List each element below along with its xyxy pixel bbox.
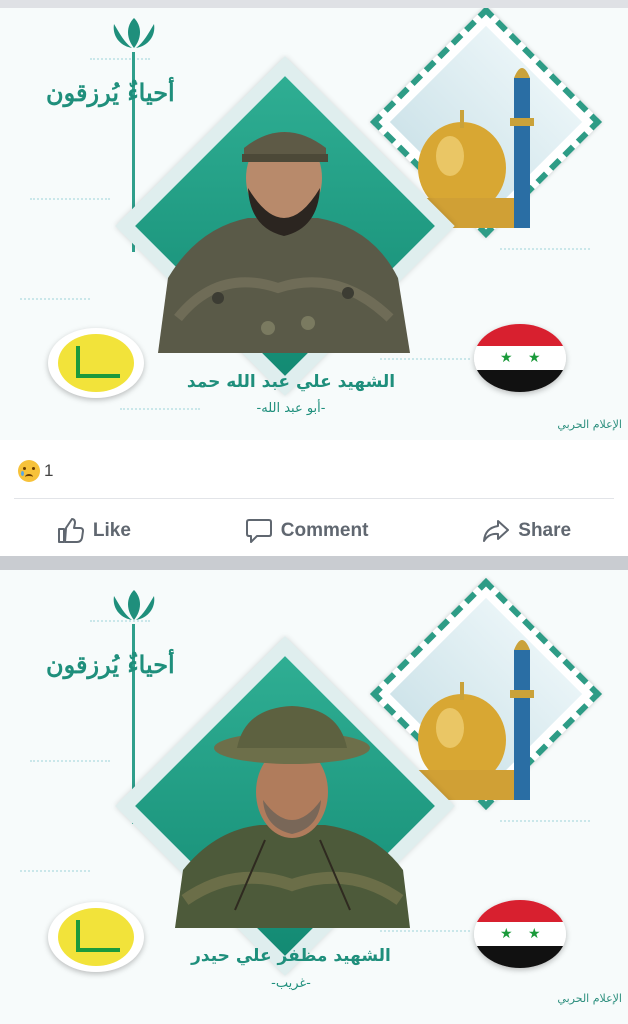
martyr-name: الشهيد علي عبد الله حمد — [186, 372, 396, 392]
reaction-count: 1 — [44, 461, 54, 480]
comment-label: Comment — [280, 520, 369, 541]
post-1: أحياءٌ يُرزقون ★ ★ الشهيد علي عبد الله ح… — [0, 8, 628, 556]
decor-wave — [20, 298, 90, 306]
decor-wave — [30, 760, 110, 768]
post-2-image[interactable]: أحياءٌ يُرزقون ★ ★ الشهيد مظفر علي حيدر … — [0, 570, 628, 1024]
slogan: أحياءٌ يُرزقون — [46, 650, 175, 679]
media-credit: الإعلام الحربي — [557, 992, 622, 1005]
share-icon — [483, 520, 510, 542]
martyr-name: الشهيد مظفر علي حيدر — [191, 946, 391, 966]
media-credit: الإعلام الحربي — [557, 418, 622, 431]
decor-wave — [90, 58, 150, 66]
syrian-flag-icon: ★ ★ — [474, 324, 566, 392]
comment-button[interactable]: Comment — [245, 518, 369, 544]
decor-wave — [380, 358, 470, 366]
martyr-portrait — [158, 118, 410, 353]
actions-divider — [14, 498, 614, 499]
decor-wave — [500, 820, 590, 828]
post-actions: Like Comment Share — [0, 501, 628, 556]
decor-wave — [380, 930, 470, 938]
like-button[interactable]: Like — [57, 518, 131, 544]
decor-wave — [500, 248, 590, 256]
martyr-nickname: -أبو عبد الله- — [256, 401, 326, 416]
sad-reaction-icon — [18, 460, 40, 482]
post-2: أحياءٌ يُرزقون ★ ★ الشهيد مظفر علي حيدر … — [0, 570, 628, 1024]
slogan: أحياءٌ يُرزقون — [46, 78, 175, 107]
tulip-logo-icon — [113, 18, 155, 48]
share-button[interactable]: Share — [482, 518, 571, 544]
decor-wave — [20, 870, 90, 878]
decor-wave — [30, 198, 110, 206]
comment-icon — [245, 519, 272, 543]
martyr-portrait — [175, 700, 410, 928]
martyr-nickname: -غريب- — [271, 976, 311, 991]
tulip-logo-icon — [113, 590, 155, 620]
like-label: Like — [92, 520, 131, 541]
hezbollah-logo-icon — [48, 328, 144, 398]
share-label: Share — [518, 520, 572, 541]
hezbollah-logo-icon — [48, 902, 144, 972]
post-1-image[interactable]: أحياءٌ يُرزقون ★ ★ الشهيد علي عبد الله ح… — [0, 8, 628, 440]
reaction-summary[interactable]: 1 — [18, 460, 53, 482]
top-edge — [0, 0, 628, 8]
post-separator — [0, 556, 628, 570]
syrian-flag-icon: ★ ★ — [474, 900, 566, 968]
like-icon — [57, 518, 84, 543]
